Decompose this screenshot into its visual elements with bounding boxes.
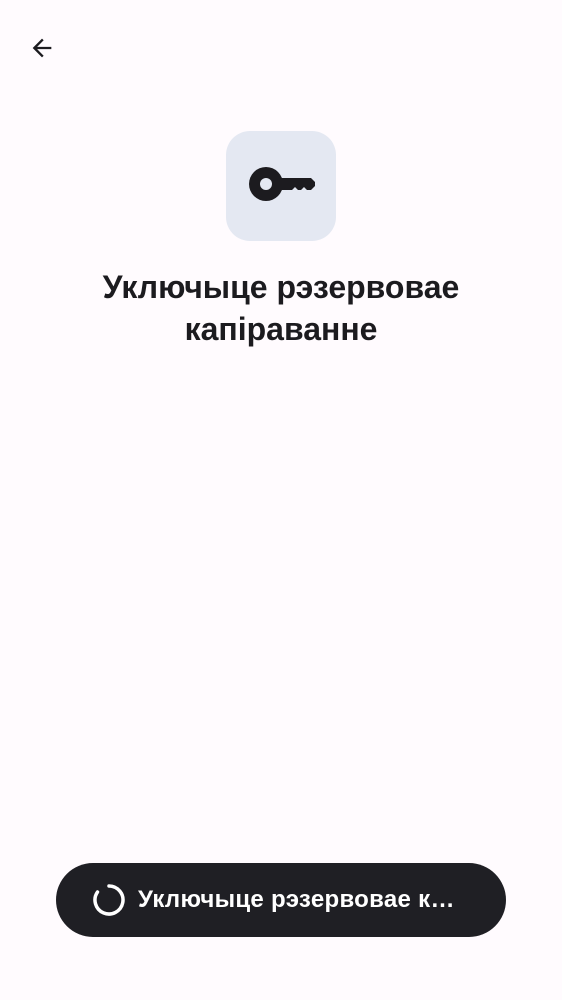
- page-title: Уключыце рэзервовае капіраванне: [102, 269, 460, 347]
- enable-backup-button-label: Уключыце рэзервовае капіраванне: [138, 886, 468, 913]
- progress-spinner-icon: [92, 883, 126, 917]
- enable-backup-button[interactable]: Уключыце рэзервовае капіраванне: [56, 863, 506, 937]
- enable-backup-screen: Уключыце рэзервовае капіраванне Уключыце…: [0, 0, 562, 1000]
- arrow-left-icon: [28, 34, 56, 67]
- key-icon-tile: [226, 131, 336, 241]
- back-button[interactable]: [22, 30, 62, 70]
- key-icon: [247, 164, 315, 209]
